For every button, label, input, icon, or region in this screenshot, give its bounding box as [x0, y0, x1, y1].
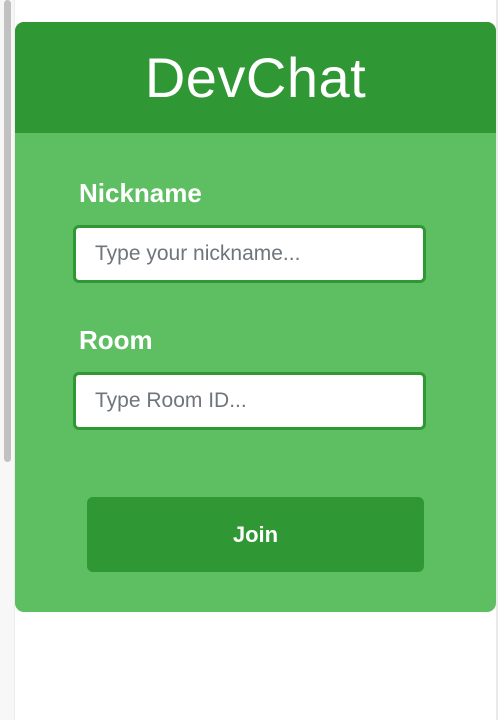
scrollbar-thumb[interactable] — [4, 0, 11, 462]
app-title: DevChat — [144, 46, 367, 109]
nickname-input[interactable] — [73, 225, 426, 283]
room-id-input[interactable] — [73, 372, 426, 430]
join-card: DevChat Nickname Room Join — [15, 22, 496, 612]
join-button[interactable]: Join — [87, 497, 424, 572]
room-label: Room — [79, 325, 153, 355]
page-scrollbar[interactable] — [0, 0, 15, 720]
card-header: DevChat — [15, 22, 496, 133]
nickname-label: Nickname — [79, 178, 202, 208]
